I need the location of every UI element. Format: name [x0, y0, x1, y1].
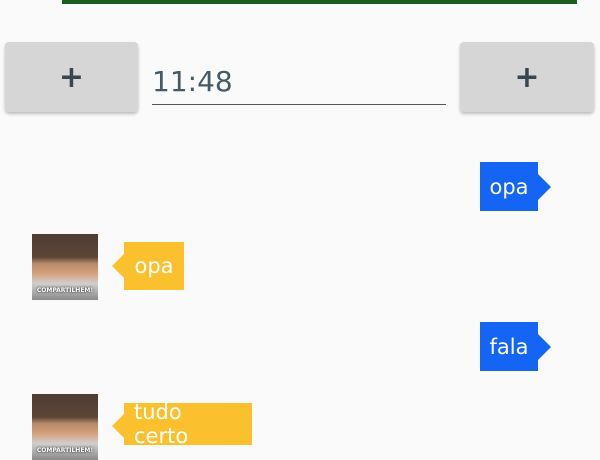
avatar-caption: COMPARTILHEM!	[36, 447, 94, 454]
bubble-tail	[538, 174, 551, 200]
bubble-tail	[538, 334, 551, 360]
top-bar	[0, 0, 600, 6]
avatar-caption: COMPARTILHEM!	[36, 287, 94, 294]
time-input[interactable]: 11:48	[152, 58, 446, 105]
sent-message-bubble[interactable]: fala	[480, 322, 538, 371]
bubble-tail	[112, 414, 124, 438]
add-right-button[interactable]: +	[460, 42, 594, 112]
add-left-button[interactable]: +	[5, 42, 138, 112]
received-message-bubble[interactable]: tudo certo	[124, 400, 252, 448]
sent-message-bubble[interactable]: opa	[480, 162, 538, 211]
bubble-tail	[112, 254, 124, 278]
user-avatar-icon[interactable]: COMPARTILHEM!	[32, 394, 98, 460]
user-avatar-icon[interactable]: COMPARTILHEM!	[32, 234, 98, 300]
received-message-bubble[interactable]: opa	[124, 242, 184, 290]
top-progress-line	[62, 0, 577, 4]
